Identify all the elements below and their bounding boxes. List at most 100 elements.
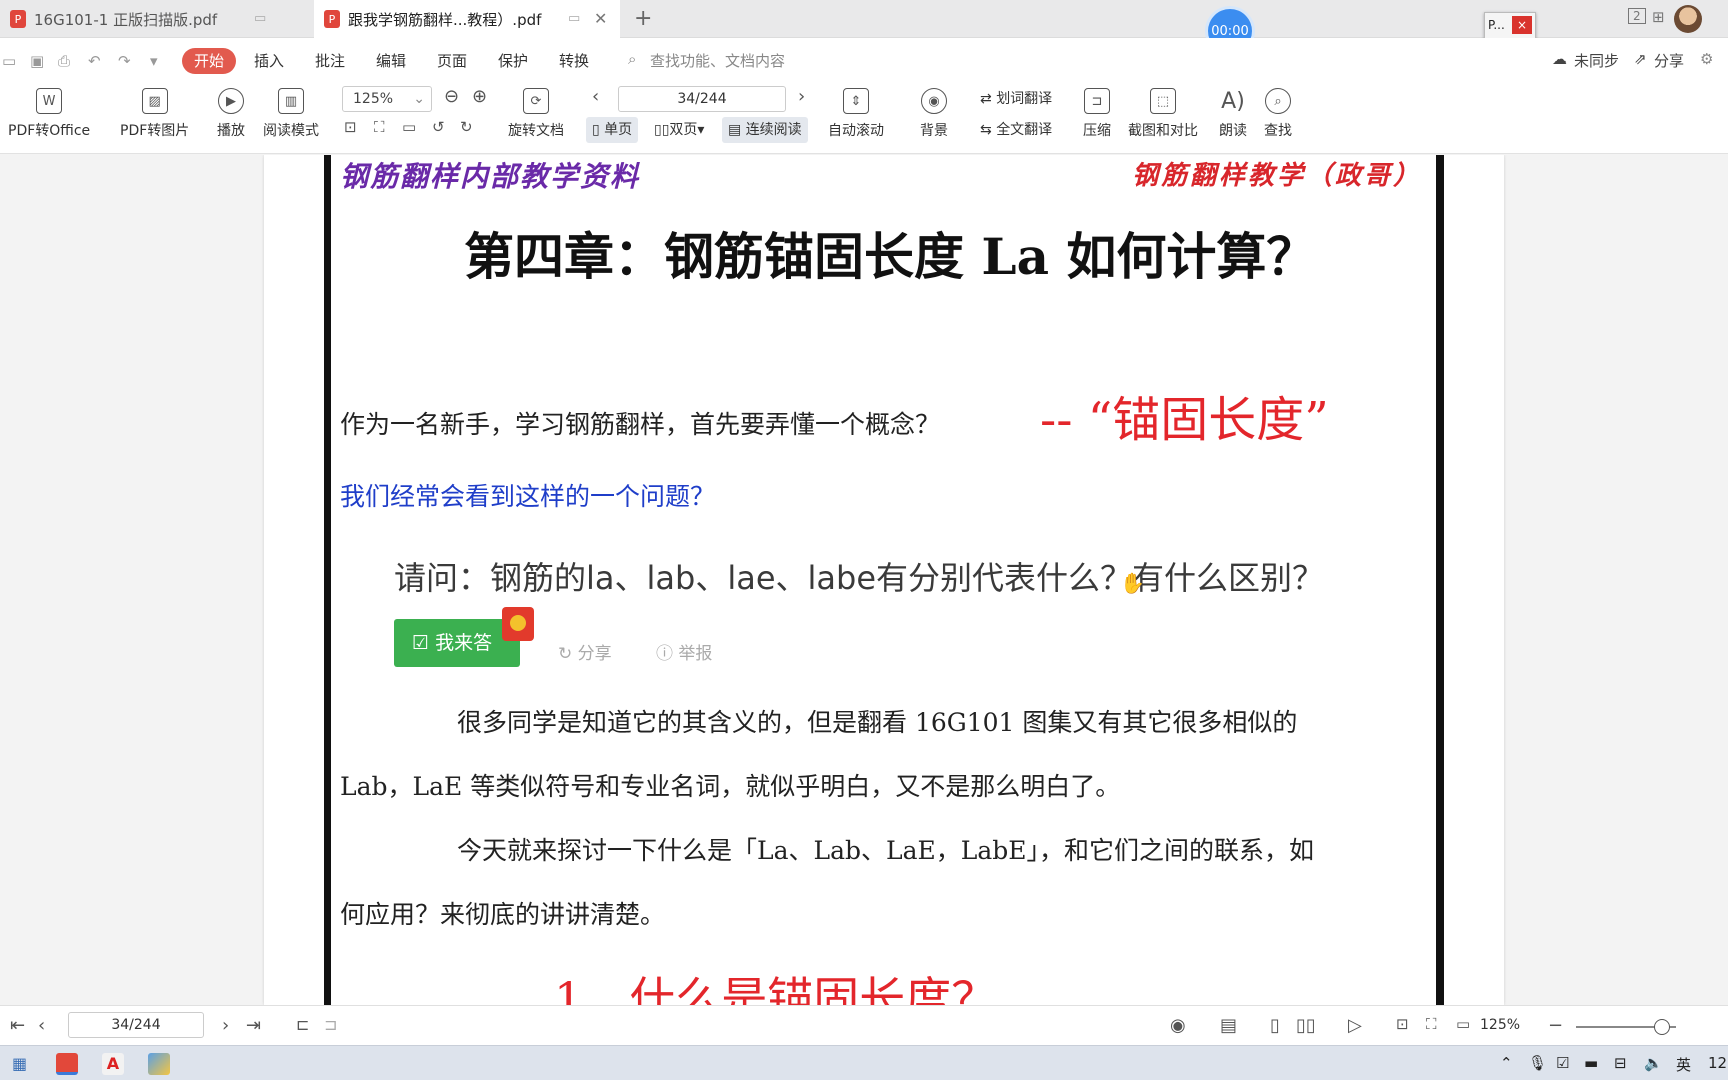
settings-icon[interactable]: ⚙: [1700, 50, 1713, 68]
double-page-button[interactable]: ▯▯双页▾: [648, 117, 710, 143]
play-button[interactable]: ▶ 播放: [217, 88, 245, 140]
double-page-icon[interactable]: ▯▯: [1296, 1015, 1316, 1036]
zoom-select[interactable]: 125% ⌄: [342, 86, 432, 112]
first-page-icon[interactable]: ⇤: [10, 1015, 25, 1036]
status-zoom[interactable]: 125%: [1480, 1017, 1520, 1033]
share-icon[interactable]: ⇗: [1634, 50, 1647, 68]
checkbox-icon[interactable]: ☑: [1556, 1054, 1569, 1072]
rotate-left-icon[interactable]: ↺: [432, 118, 445, 136]
close-icon[interactable]: ×: [1512, 16, 1532, 34]
microphone-icon[interactable]: 🎙: [1528, 1054, 1547, 1072]
zoom-in-icon[interactable]: ⊕: [472, 86, 487, 107]
word-translate-label: 划词翻译: [996, 91, 1053, 107]
menu-insert[interactable]: 插入: [254, 50, 284, 71]
close-tab-icon[interactable]: ✕: [594, 9, 607, 28]
open-icon[interactable]: ▭: [2, 52, 16, 70]
chevron-up-icon[interactable]: ⌃: [1500, 1054, 1513, 1072]
calculator-icon[interactable]: ▦: [12, 1054, 27, 1073]
fit-width-icon[interactable]: ▭: [402, 118, 416, 136]
redo-icon[interactable]: ↷: [118, 52, 131, 70]
more-icon[interactable]: ▾: [150, 52, 158, 70]
eye-icon: ◉: [921, 88, 947, 114]
monitor-icon[interactable]: ▭: [568, 11, 580, 26]
function-search[interactable]: 查找功能、文档内容: [650, 50, 785, 71]
menu-bar: ▭ ▣ ⎙ ↶ ↷ ▾ 开始 插入 批注 编辑 页面 保护 转换 ⌕ 查找功能、…: [0, 38, 1728, 82]
fit-page-icon[interactable]: ⛶: [1426, 1015, 1437, 1033]
full-translate-button[interactable]: ⇆ 全文翻译: [974, 117, 1058, 143]
document-viewport[interactable]: 钢筋翻样内部教学资料 钢筋翻样教学（政哥） 第四章：钢筋锚固长度 La 如何计算…: [0, 155, 1728, 1005]
tab-16g101[interactable]: P 16G101-1 正版扫描版.pdf ▭: [0, 0, 312, 38]
rotate-right-icon[interactable]: ↻: [460, 118, 473, 136]
new-tab-button[interactable]: +: [634, 6, 652, 31]
fit-width-icon[interactable]: ▭: [1456, 1015, 1470, 1033]
page-number-input[interactable]: 34/244: [618, 86, 786, 112]
actual-size-icon[interactable]: ⊡: [1396, 1015, 1409, 1033]
find-button[interactable]: ⌕ 查找: [1264, 88, 1292, 140]
prev-page-icon[interactable]: ‹: [592, 86, 599, 107]
status-bar: ⇤ ‹ 34/244 › ⇥ ⊏ ⊐ ◉ ▤ ▯ ▯▯ ▷ ⊡ ⛶ ▭ 125%…: [0, 1005, 1728, 1045]
search-icon[interactable]: ⌕: [628, 50, 636, 68]
share-icon: ↻: [558, 644, 578, 664]
menu-annotate[interactable]: 批注: [315, 50, 345, 71]
auto-scroll-button[interactable]: ⇕ 自动滚动: [828, 88, 884, 140]
pdf-to-office-button[interactable]: W PDF转Office: [8, 88, 90, 140]
menu-edit[interactable]: 编辑: [376, 50, 406, 71]
app-icon[interactable]: [148, 1053, 170, 1075]
page-count-badge[interactable]: 2: [1628, 8, 1646, 24]
single-page-icon[interactable]: ▯: [1270, 1015, 1280, 1036]
print-icon[interactable]: ⎙: [58, 52, 70, 70]
menu-start[interactable]: 开始: [182, 48, 236, 74]
zoom-out-icon[interactable]: ⊖: [444, 86, 459, 107]
play-icon[interactable]: ▷: [1348, 1015, 1362, 1036]
volume-icon[interactable]: 🔈: [1644, 1054, 1663, 1072]
wps-icon[interactable]: [56, 1053, 78, 1075]
screenshot-compare-button[interactable]: ⬚ 截图和对比: [1128, 88, 1198, 140]
continuous-icon: ▤: [728, 122, 746, 138]
menu-convert[interactable]: 转换: [559, 50, 589, 71]
monitor-icon[interactable]: ▭: [254, 11, 266, 26]
grid-icon[interactable]: ⊞: [1652, 8, 1665, 26]
continuous-read-button[interactable]: ▤ 连续阅读: [722, 117, 808, 143]
clock[interactable]: 12: [1708, 1054, 1727, 1072]
read-aloud-button[interactable]: A) 朗读: [1219, 88, 1247, 140]
background-button[interactable]: ◉ 背景: [920, 88, 948, 140]
ime-indicator[interactable]: 英: [1676, 1054, 1691, 1075]
menu-page[interactable]: 页面: [437, 50, 467, 71]
read-mode-button[interactable]: ▥ 阅读模式: [263, 88, 319, 140]
back-icon[interactable]: ⊏: [296, 1015, 309, 1034]
forward-icon[interactable]: ⊐: [324, 1015, 337, 1034]
last-page-icon[interactable]: ⇥: [246, 1015, 261, 1036]
menu-protect[interactable]: 保护: [498, 50, 528, 71]
save-icon[interactable]: ▣: [30, 52, 44, 70]
word-translate-button[interactable]: ⇄ 划词翻译: [974, 86, 1058, 112]
prev-page-icon[interactable]: ‹: [38, 1015, 45, 1036]
fit-page-icon[interactable]: ⛶: [374, 118, 385, 136]
zoom-slider-handle[interactable]: [1654, 1019, 1670, 1035]
translate-doc-icon: ⇆: [980, 122, 997, 138]
cloud-icon[interactable]: ☁: [1552, 50, 1567, 68]
pdf-to-image-button[interactable]: ▨ PDF转图片: [120, 88, 189, 140]
single-page-button[interactable]: ▯ 单页: [586, 117, 639, 143]
network-icon[interactable]: ⊟: [1614, 1054, 1627, 1072]
chapter-title: 第四章：钢筋锚固长度 La 如何计算？: [464, 227, 1317, 286]
acrobat-icon[interactable]: A: [102, 1053, 124, 1075]
compress-button[interactable]: ⊐ 压缩: [1083, 88, 1111, 140]
battery-icon[interactable]: ▬: [1584, 1054, 1598, 1072]
embedded-share: ↻ 分享: [558, 639, 612, 664]
continuous-icon[interactable]: ▤: [1220, 1015, 1237, 1036]
double-page-icon: ▯▯: [654, 122, 670, 138]
tab-rebar-tutorial[interactable]: P 跟我学钢筋翻样...教程）.pdf ▭ ✕: [314, 0, 620, 38]
share-button[interactable]: 分享: [1654, 50, 1684, 71]
sync-status[interactable]: 未同步: [1574, 50, 1619, 71]
pdf-page: 钢筋翻样内部教学资料 钢筋翻样教学（政哥） 第四章：钢筋锚固长度 La 如何计算…: [264, 155, 1504, 1005]
avatar[interactable]: [1674, 5, 1702, 33]
pdf-icon: P: [324, 10, 340, 28]
undo-icon[interactable]: ↶: [88, 52, 101, 70]
actual-size-icon[interactable]: ⊡: [344, 118, 357, 136]
eye-icon[interactable]: ◉: [1170, 1015, 1186, 1036]
status-page-input[interactable]: 34/244: [68, 1012, 204, 1038]
next-page-icon[interactable]: ›: [222, 1015, 229, 1036]
next-page-icon[interactable]: ›: [798, 86, 805, 107]
zoom-out-icon[interactable]: −: [1548, 1015, 1563, 1036]
rotate-document-button[interactable]: ⟳ 旋转文档: [508, 88, 564, 140]
